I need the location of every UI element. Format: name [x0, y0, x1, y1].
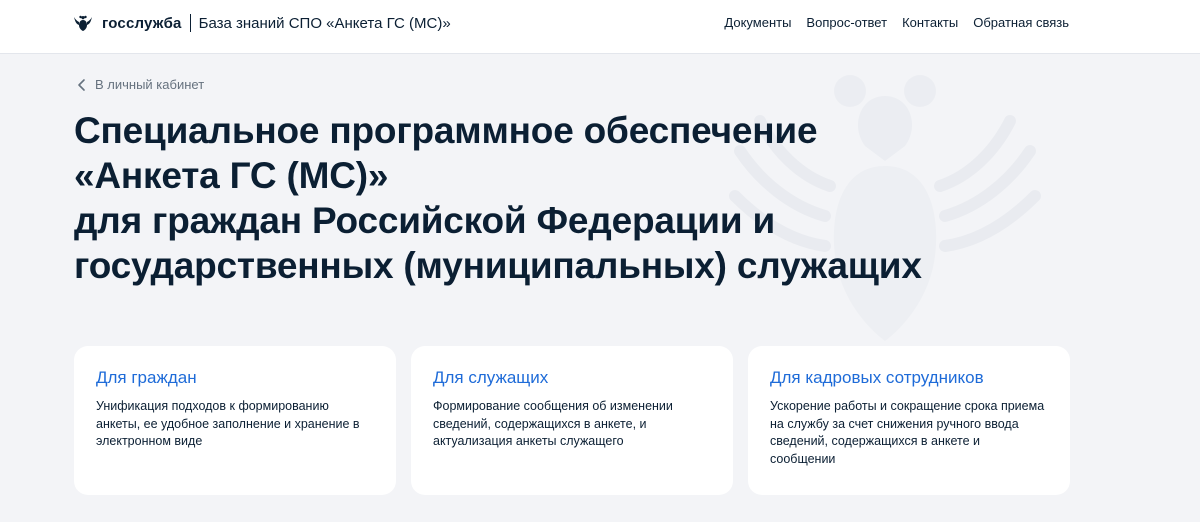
back-to-cabinet-link[interactable]: В личный кабинет — [77, 77, 204, 92]
card-text: Ускорение работы и сокращение срока прие… — [770, 399, 1045, 466]
card-text: Формирование сообщения об изменении свед… — [433, 399, 673, 448]
divider — [189, 14, 191, 32]
card-employees[interactable]: Для служащих Формирование сообщения об и… — [411, 346, 733, 495]
card-citizens[interactable]: Для граждан Унификация подходов к формир… — [74, 346, 396, 495]
card-hr-staff[interactable]: Для кадровых сотрудников Ускорение работ… — [748, 346, 1070, 495]
nav-feedback[interactable]: Обратная связь — [973, 15, 1069, 30]
eagle-icon — [74, 15, 92, 31]
top-header: госслужба База знаний СПО «Анкета ГС (МС… — [0, 0, 1200, 54]
main-nav: Документы Вопрос-ответ Контакты Обратная… — [724, 15, 1069, 30]
brand-name: госслужба — [102, 14, 182, 32]
nav-faq[interactable]: Вопрос-ответ — [806, 15, 887, 30]
page-title-line: Специальное программное обеспечение — [74, 110, 818, 151]
logo[interactable]: госслужба База знаний СПО «Анкета ГС (МС… — [73, 13, 451, 33]
nav-contacts[interactable]: Контакты — [902, 15, 958, 30]
page-title: Специальное программное обеспечение «Анк… — [74, 108, 1014, 288]
page-title-line: «Анкета ГС (МС)» — [74, 155, 389, 196]
chevron-left-icon — [78, 78, 85, 91]
site-title: База знаний СПО «Анкета ГС (МС)» — [198, 14, 451, 32]
card-title: Для служащих — [433, 368, 549, 387]
card-text: Унификация подходов к формированию анкет… — [96, 399, 360, 448]
page-title-line: для граждан Российской Федерации и — [74, 200, 775, 241]
page-title-line: государственных (муниципальных) служащих — [74, 245, 922, 286]
card-title: Для граждан — [96, 368, 197, 387]
nav-documents[interactable]: Документы — [724, 15, 791, 30]
back-link-label: В личный кабинет — [95, 77, 205, 92]
audience-cards: Для граждан Унификация подходов к формир… — [74, 346, 1070, 495]
card-title: Для кадровых сотрудников — [770, 368, 984, 387]
